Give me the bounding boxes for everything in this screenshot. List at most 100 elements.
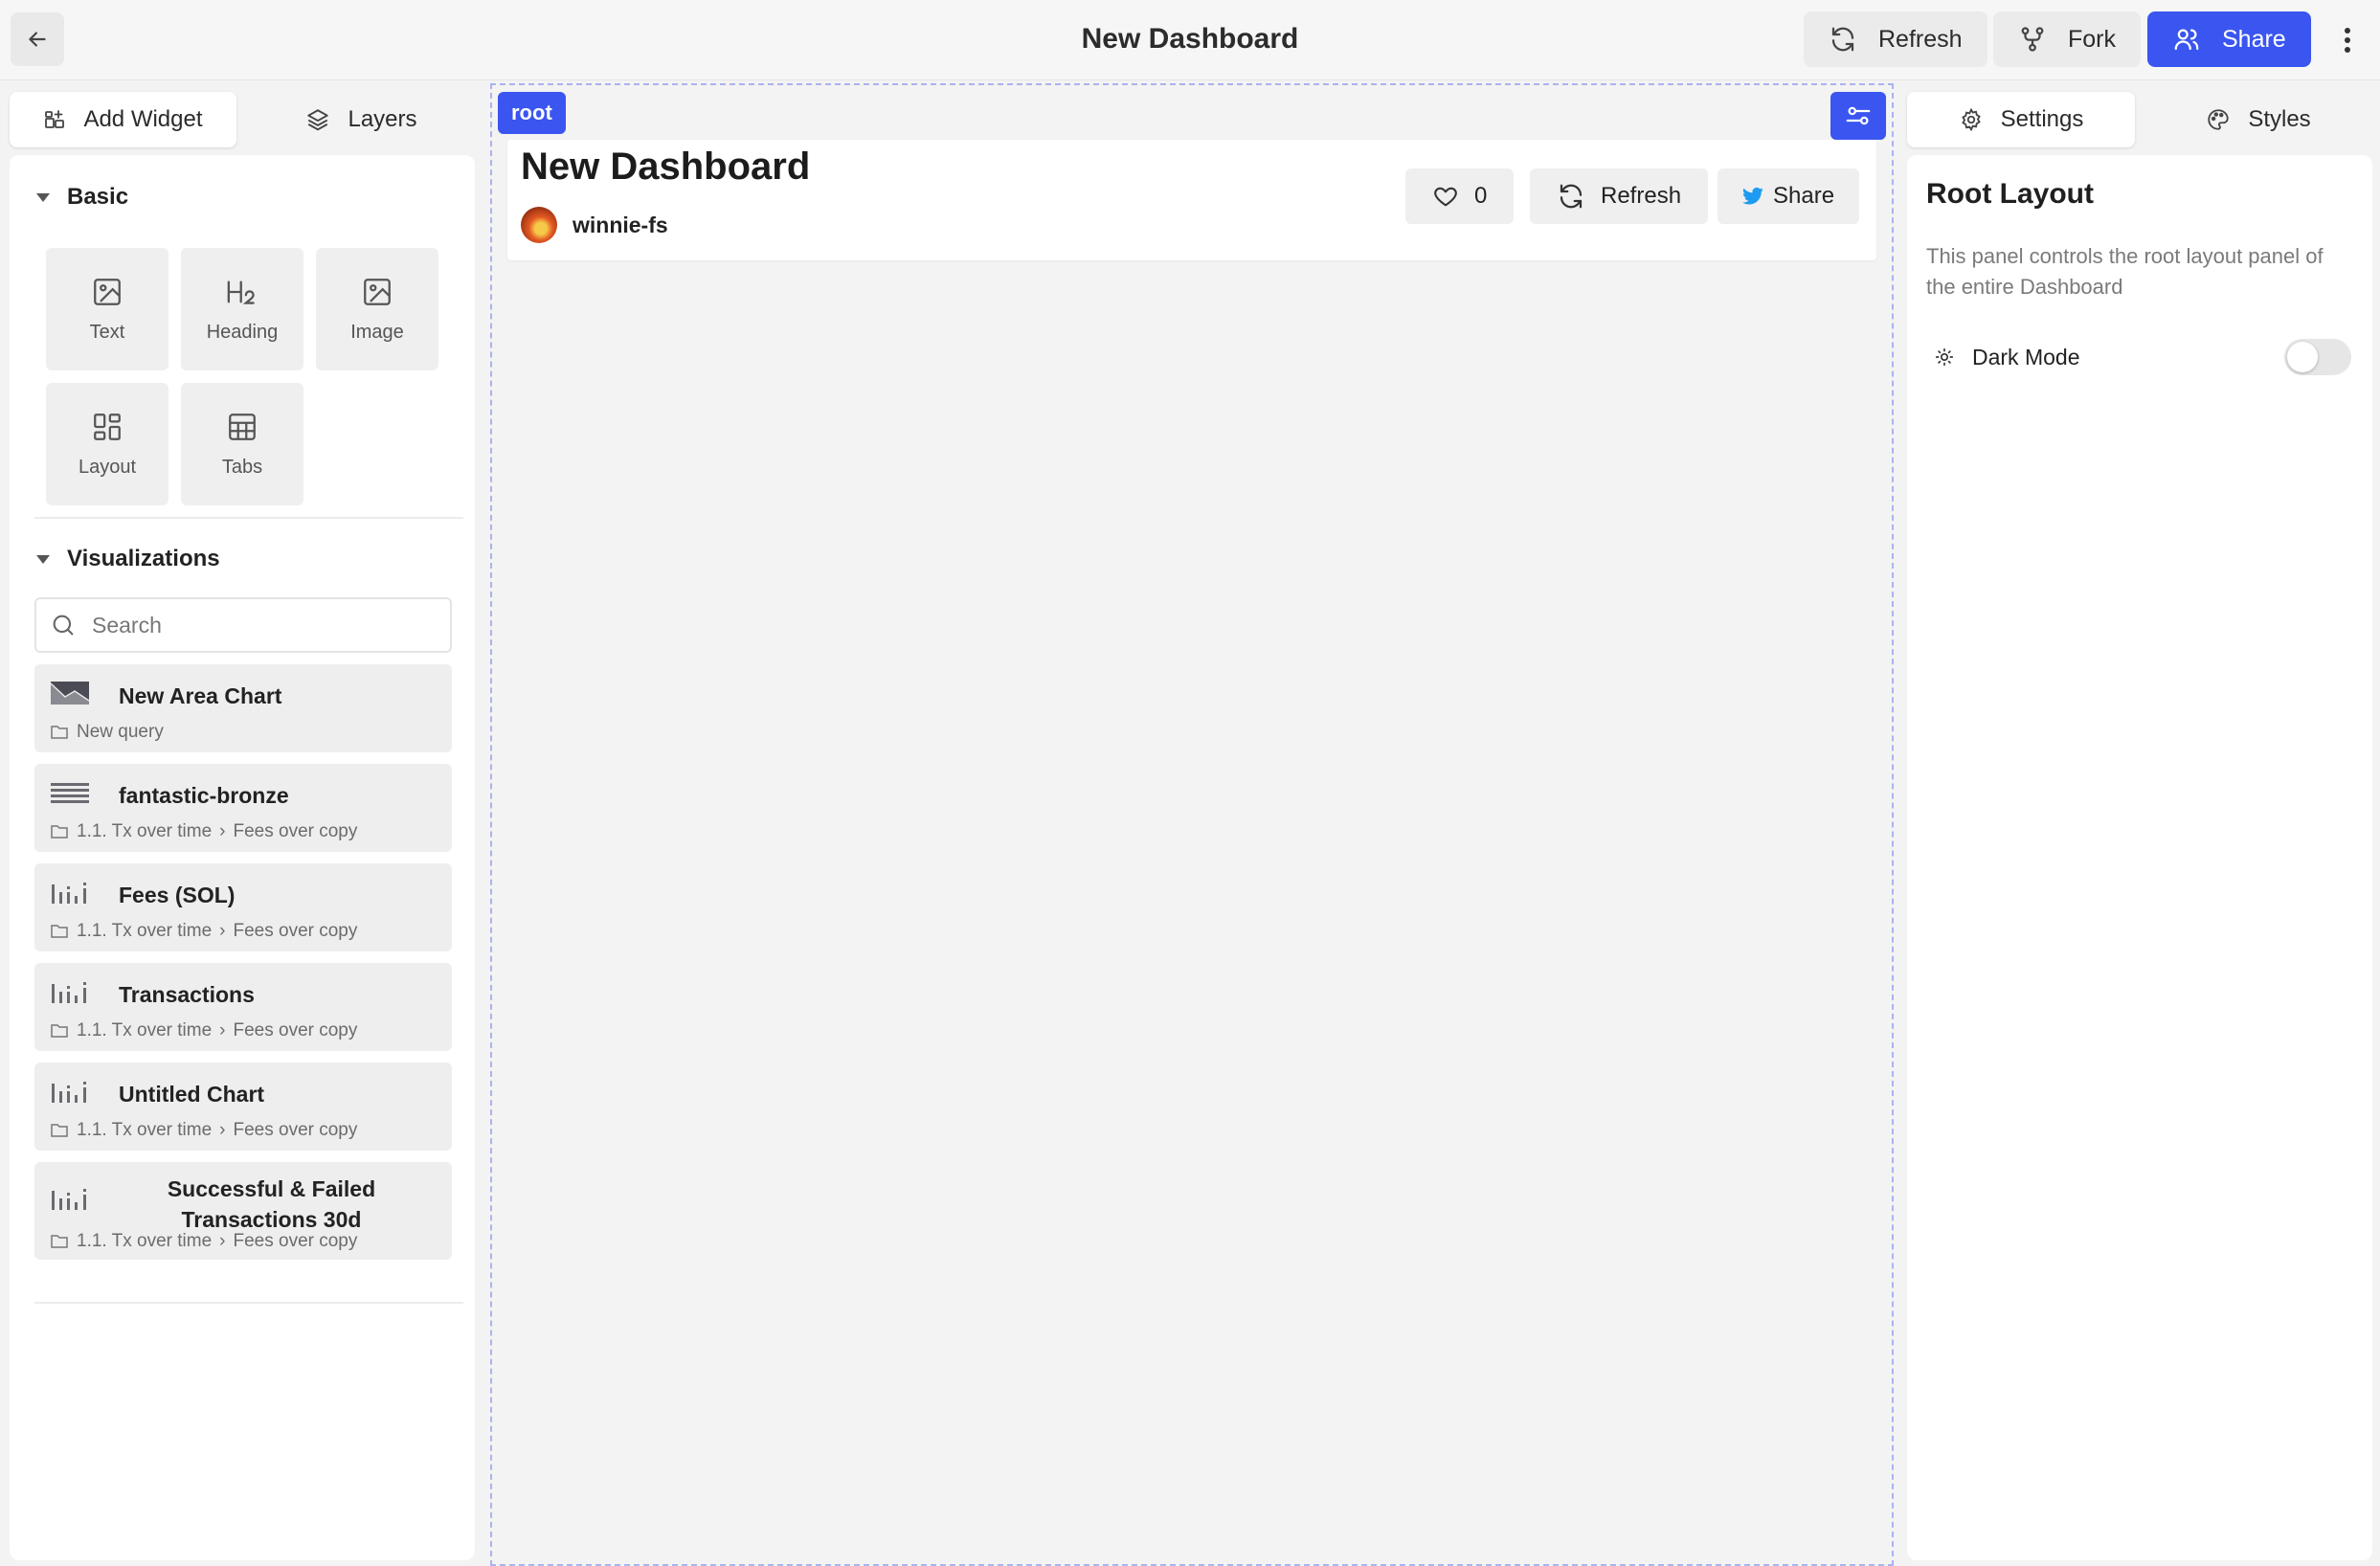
back-button[interactable]: [11, 12, 64, 66]
tab-settings[interactable]: Settings: [1907, 92, 2135, 147]
sliders-icon: [1846, 106, 1871, 125]
path-segment: Fees over copy: [233, 821, 358, 841]
dashboard-title: New Dashboard: [521, 145, 811, 188]
tab-add-widget[interactable]: Add Widget: [10, 92, 236, 147]
fork-icon: [2021, 27, 2044, 52]
visualization-title: Fees (SOL): [119, 883, 236, 907]
path-segment: 1.1. Tx over time: [77, 1020, 213, 1040]
visualization-path: 1.1. Tx over time › Fees over copy: [50, 921, 357, 942]
path-segment: Fees over copy: [233, 921, 358, 941]
refresh-button[interactable]: Refresh: [1804, 11, 1987, 67]
users-icon: [2174, 29, 2199, 51]
visualization-item[interactable]: fantastic-bronze 1.1. Tx over time › Fee…: [34, 764, 452, 852]
refresh-icon: [1831, 27, 1854, 52]
fork-label: Fork: [2068, 25, 2116, 53]
collapse-triangle-icon: [36, 192, 50, 202]
dashboard-canvas[interactable]: [490, 83, 1894, 1566]
widget-tile-layout[interactable]: Layout: [46, 383, 168, 505]
gear-icon: [1961, 107, 1981, 132]
bar-chart-icon: [52, 883, 86, 904]
visualization-item[interactable]: New Area Chart New query: [34, 664, 452, 752]
search-icon: [53, 615, 74, 636]
collapse-triangle-icon: [36, 554, 50, 564]
widget-tile-label: Tabs: [221, 456, 263, 478]
widget-tile-text[interactable]: Text: [46, 248, 168, 370]
more-menu-button[interactable]: [2330, 21, 2365, 59]
kebab-icon: [2345, 28, 2350, 53]
visualization-title: Untitled Chart: [119, 1082, 265, 1107]
folder-icon: [51, 726, 68, 739]
widget-tile-heading[interactable]: Heading: [181, 248, 303, 370]
section-divider: [34, 1302, 463, 1304]
folder-icon: [51, 1124, 68, 1137]
folder-icon: [51, 1235, 68, 1248]
like-button[interactable]: 0: [1405, 168, 1515, 224]
basic-section-header[interactable]: Basic: [36, 184, 128, 211]
sun-icon: [1935, 347, 1954, 367]
widget-tile-label: Text: [89, 321, 125, 343]
dark-mode-toggle[interactable]: [2284, 339, 2351, 375]
visualization-item[interactable]: Fees (SOL) 1.1. Tx over time › Fees over…: [34, 863, 452, 951]
tab-styles[interactable]: Styles: [2144, 92, 2372, 147]
chevron-right-icon: ›: [219, 821, 226, 841]
tab-layers[interactable]: Layers: [248, 92, 475, 147]
visualizations-section-header[interactable]: Visualizations: [36, 546, 220, 572]
bar-chart-icon: [52, 1189, 86, 1210]
path-segment: 1.1. Tx over time: [77, 1120, 213, 1140]
visualization-title: Transactions: [119, 982, 255, 1007]
settings-panel-description: This panel controls the root layout pane…: [1926, 244, 2324, 299]
visualization-path: 1.1. Tx over time › Fees over copy: [50, 1020, 357, 1041]
path-segment: Fees over copy: [233, 1120, 358, 1140]
path-segment: Fees over copy: [233, 1231, 358, 1251]
left-panel-tabs: Add Widget Layers: [10, 92, 475, 147]
dark-mode-label: Dark Mode: [1972, 344, 2080, 369]
share-button[interactable]: Share: [2147, 11, 2311, 67]
widget-tile-image[interactable]: Image: [316, 248, 438, 370]
refresh-icon: [1560, 184, 1583, 209]
root-settings-button[interactable]: [1830, 92, 1886, 140]
table-icon: [229, 413, 256, 440]
twitter-icon: [1742, 187, 1763, 205]
search-placeholder: Search: [92, 612, 162, 638]
root-layout-tag[interactable]: root: [498, 92, 566, 134]
path-segment: 1.1. Tx over time: [77, 821, 213, 841]
dashboard-refresh-label: Refresh: [1601, 183, 1682, 209]
share-label: Share: [2222, 25, 2286, 53]
widget-tile-tabs[interactable]: Tabs: [181, 383, 303, 505]
tab-styles-label: Styles: [2248, 106, 2311, 132]
widget-tile-label: Image: [350, 321, 404, 343]
layers-icon: [307, 109, 329, 131]
visualization-path: 1.1. Tx over time › Fees over copy: [50, 1120, 357, 1141]
dashboard-share-label: Share: [1773, 183, 1835, 209]
add-widget-icon: [45, 110, 65, 128]
dark-mode-row: Dark Mode: [1934, 337, 2351, 377]
widget-tile-label: Heading: [206, 321, 279, 343]
settings-panel-title: Root Layout: [1926, 178, 2094, 210]
folder-icon: [51, 1024, 68, 1038]
visualization-item[interactable]: Successful & Failed Transactions 30d 1.1…: [34, 1162, 452, 1260]
heading-icon: [227, 280, 255, 304]
dashboard-author[interactable]: winnie-fs: [521, 207, 668, 243]
visualization-item[interactable]: Transactions 1.1. Tx over time › Fees ov…: [34, 963, 452, 1051]
image-icon: [94, 278, 121, 305]
visualization-search-input[interactable]: Search: [34, 597, 452, 653]
visualization-title: Successful & Failed Transactions 30d: [167, 1176, 376, 1232]
widget-tile-label: Layout: [78, 456, 137, 478]
basic-section-title: Basic: [67, 184, 129, 210]
chevron-right-icon: ›: [219, 1120, 226, 1140]
settings-panel: Root Layout This panel controls the root…: [1907, 155, 2372, 1560]
toggle-knob: [2287, 342, 2318, 372]
visualization-item[interactable]: Untitled Chart 1.1. Tx over time › Fees …: [34, 1063, 452, 1151]
section-divider: [34, 517, 463, 519]
visualization-path: 1.1. Tx over time › Fees over copy: [50, 1231, 357, 1252]
tab-settings-label: Settings: [2000, 106, 2084, 132]
palette-icon: [2208, 109, 2229, 130]
visualization-path: New query: [50, 722, 164, 743]
path-segment: 1.1. Tx over time: [77, 921, 213, 941]
fork-button[interactable]: Fork: [1993, 11, 2141, 67]
chevron-right-icon: ›: [219, 1231, 226, 1251]
dashboard-share-button[interactable]: Share: [1718, 168, 1860, 224]
table-lines-icon: [51, 783, 89, 803]
dashboard-refresh-button[interactable]: Refresh: [1530, 168, 1709, 224]
image-icon: [364, 278, 391, 305]
